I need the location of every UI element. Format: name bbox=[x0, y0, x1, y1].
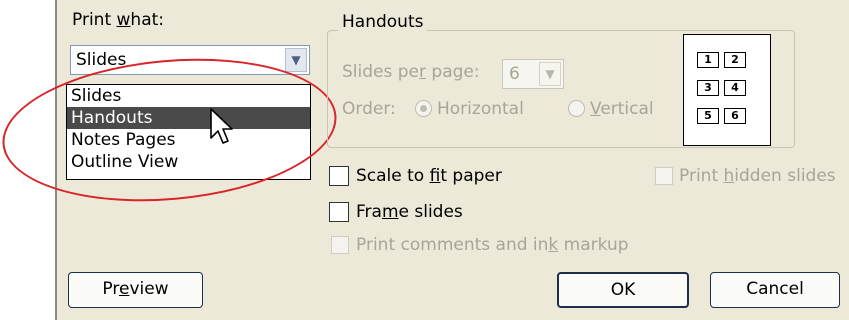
preview-slide-1: 1 bbox=[697, 52, 719, 68]
preview-slide-4: 4 bbox=[724, 80, 746, 96]
handout-layout-preview: 1 2 3 4 5 6 bbox=[683, 34, 771, 146]
vertical-label: Vertical bbox=[590, 99, 654, 119]
scale-to-fit-checkbox[interactable] bbox=[329, 166, 349, 186]
handouts-group-title: Handouts bbox=[338, 12, 428, 32]
chevron-down-icon[interactable]: ▼ bbox=[285, 48, 307, 72]
print-comments-label: Print comments and ink markup bbox=[356, 235, 629, 255]
horizontal-label: Horizontal bbox=[437, 99, 524, 119]
order-label: Order: bbox=[342, 99, 396, 119]
preview-slide-2: 2 bbox=[724, 52, 746, 68]
preview-slide-5: 5 bbox=[697, 108, 719, 124]
frame-slides-checkbox[interactable] bbox=[329, 202, 349, 222]
vertical-radio[interactable] bbox=[568, 100, 585, 117]
slides-per-page-value: 6 bbox=[509, 64, 520, 84]
print-what-dropdown-list: Slides Handouts Notes Pages Outline View bbox=[66, 84, 311, 180]
option-handouts[interactable]: Handouts bbox=[67, 107, 310, 129]
preview-slide-3: 3 bbox=[697, 80, 719, 96]
mouse-pointer-icon bbox=[210, 108, 233, 144]
horizontal-radio[interactable] bbox=[415, 100, 432, 117]
print-what-select[interactable]: Slides ▼ bbox=[70, 45, 310, 75]
scale-to-fit-label: Scale to fit paper bbox=[356, 166, 502, 186]
option-slides[interactable]: Slides bbox=[67, 85, 310, 107]
print-what-label: Print what: bbox=[72, 10, 165, 30]
ok-button[interactable]: OK bbox=[557, 272, 689, 308]
chevron-down-icon[interactable]: ▼ bbox=[539, 62, 561, 86]
slides-per-page-select[interactable]: 6 ▼ bbox=[502, 59, 564, 89]
print-comments-checkbox[interactable] bbox=[331, 236, 349, 254]
option-outline-view[interactable]: Outline View bbox=[67, 151, 310, 173]
preview-slide-6: 6 bbox=[724, 108, 746, 124]
cancel-button[interactable]: Cancel bbox=[710, 272, 840, 308]
slides-per-page-label: Slides per page: bbox=[342, 62, 480, 82]
option-notes-pages[interactable]: Notes Pages bbox=[67, 129, 310, 151]
frame-slides-label: Frame slides bbox=[356, 202, 463, 222]
print-what-value: Slides bbox=[76, 50, 127, 70]
print-hidden-slides-label: Print hidden slides bbox=[679, 166, 836, 186]
preview-button[interactable]: Preview bbox=[68, 272, 203, 308]
print-hidden-slides-checkbox[interactable] bbox=[655, 167, 673, 185]
